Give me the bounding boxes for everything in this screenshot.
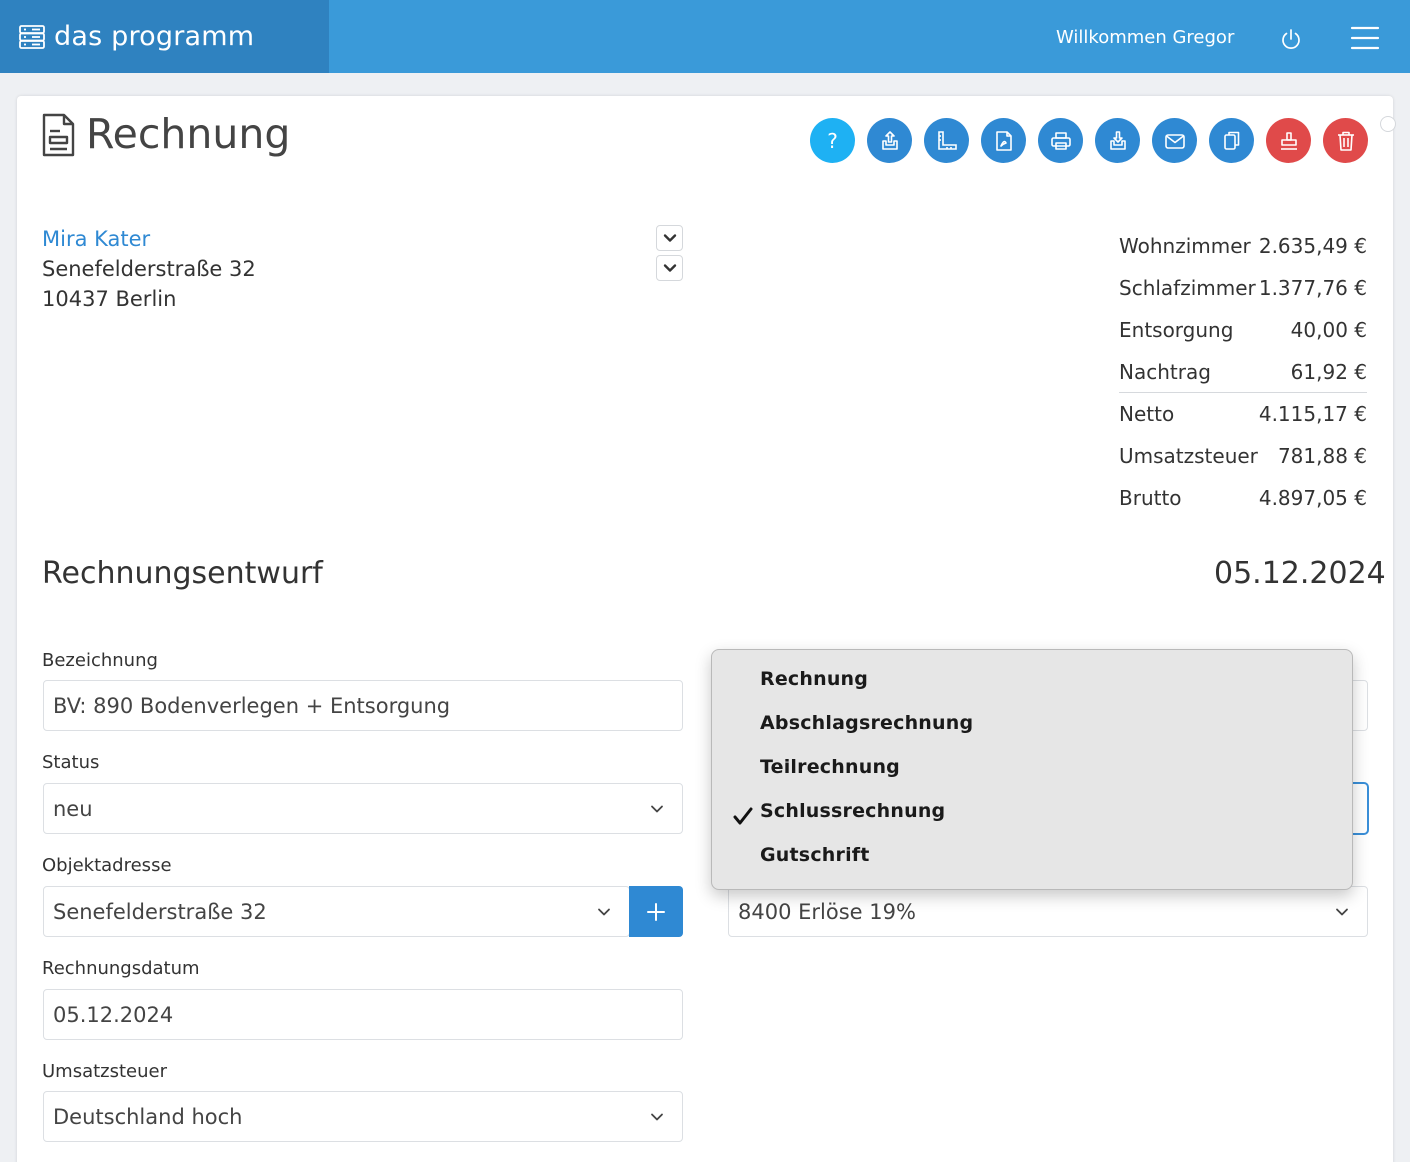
customer-expand-button[interactable]	[656, 225, 683, 251]
total-value: 40,00 €	[1290, 318, 1367, 342]
option-gutschrift[interactable]: Gutschrift	[760, 844, 870, 866]
upload-icon	[881, 130, 898, 150]
brand[interactable]: das programm	[0, 0, 329, 73]
chevron-down-icon	[598, 908, 610, 916]
status-value: neu	[53, 796, 93, 821]
scroll-indicator[interactable]	[1380, 116, 1396, 132]
envelope-icon	[1164, 133, 1185, 149]
app-name: das programm	[54, 21, 255, 52]
toolbar: ?	[810, 118, 1368, 163]
total-row: Schlafzimmer 1.377,76 €	[1119, 267, 1367, 309]
total-value: 781,88 €	[1277, 444, 1367, 468]
draft-title: Rechnungsentwurf	[42, 556, 323, 591]
download-icon	[1109, 130, 1126, 150]
total-label: Brutto	[1119, 486, 1182, 510]
copy-icon	[1223, 131, 1239, 150]
status-label: Status	[42, 752, 100, 773]
total-label: Umsatzsteuer	[1119, 444, 1258, 468]
printer-icon	[1050, 131, 1071, 150]
option-rechnung[interactable]: Rechnung	[760, 668, 868, 690]
bezeichnung-label: Bezeichnung	[42, 650, 158, 671]
bezeichnung-input[interactable]: BV: 890 Bodenverlegen + Entsorgung	[43, 680, 683, 731]
hamburger-menu-icon[interactable]	[1350, 25, 1380, 51]
upload-button[interactable]	[867, 118, 912, 163]
power-icon[interactable]	[1279, 27, 1303, 51]
total-label: Schlafzimmer	[1119, 276, 1256, 300]
total-row: Nachtrag 61,92 €	[1119, 351, 1367, 393]
chevron-down-icon	[663, 234, 676, 242]
trash-icon	[1337, 131, 1354, 151]
chevron-down-icon	[651, 1113, 663, 1121]
chevron-down-icon	[651, 805, 663, 813]
option-schlussrechnung[interactable]: Schlussrechnung	[760, 800, 945, 822]
pdf-button[interactable]	[981, 118, 1026, 163]
total-row: Wohnzimmer 2.635,49 €	[1119, 225, 1367, 267]
total-label: Entsorgung	[1119, 318, 1234, 342]
ruler-icon	[937, 130, 957, 150]
konto-value: 8400 Erlöse 19%	[738, 899, 916, 924]
total-label: Nachtrag	[1119, 359, 1211, 384]
umsatzsteuer-value: Deutschland hoch	[53, 1104, 243, 1129]
totals-summary: Wohnzimmer 2.635,49 € Schlafzimmer 1.377,7…	[1119, 225, 1367, 519]
rechnungsdatum-input[interactable]: 05.12.2024	[43, 989, 683, 1040]
total-value: 1.377,76 €	[1258, 276, 1367, 300]
total-row-tax: Umsatzsteuer 781,88 €	[1119, 435, 1367, 477]
total-row-brutto: Brutto 4.897,05 €	[1119, 477, 1367, 519]
total-value: 4.115,17 €	[1258, 402, 1367, 426]
bezeichnung-value: BV: 890 Bodenverlegen + Entsorgung	[53, 693, 451, 718]
document-icon	[42, 113, 75, 157]
rechnungsdatum-value: 05.12.2024	[53, 1002, 174, 1027]
status-select[interactable]: neu	[43, 783, 683, 834]
chevron-down-icon	[1336, 908, 1348, 916]
download-button[interactable]	[1095, 118, 1140, 163]
measure-button[interactable]	[924, 118, 969, 163]
copy-button[interactable]	[1209, 118, 1254, 163]
delete-button[interactable]	[1323, 118, 1368, 163]
chevron-down-icon	[663, 264, 676, 272]
total-value: 61,92 €	[1290, 359, 1367, 384]
print-button[interactable]	[1038, 118, 1083, 163]
total-value: 4.897,05 €	[1258, 486, 1367, 510]
page-title: Rechnung	[86, 110, 291, 158]
objektadresse-label: Objektadresse	[42, 855, 172, 876]
total-value: 2.635,49 €	[1258, 234, 1367, 258]
customer-city: 10437 Berlin	[42, 287, 177, 311]
rechnungsdatum-label: Rechnungsdatum	[42, 958, 200, 979]
pdf-icon	[995, 130, 1012, 151]
total-label: Wohnzimmer	[1119, 234, 1251, 258]
total-row: Entsorgung 40,00 €	[1119, 309, 1367, 351]
welcome-text: Willkommen Gregor	[1056, 27, 1235, 48]
checkmark-icon	[733, 807, 753, 825]
total-label: Netto	[1119, 402, 1175, 426]
server-icon	[19, 24, 45, 49]
option-teilrechnung[interactable]: Teilrechnung	[760, 756, 900, 778]
customer-street: Senefelderstraße 32	[42, 257, 256, 281]
address-expand-button[interactable]	[656, 255, 683, 281]
option-abschlagsrechnung[interactable]: Abschlagsrechnung	[760, 712, 973, 734]
top-bar: das programm Willkommen Gregor	[0, 0, 1410, 73]
stamp-icon	[1280, 131, 1297, 150]
help-icon: ?	[827, 128, 838, 153]
draft-date: 05.12.2024	[1214, 556, 1386, 591]
stamp-button[interactable]	[1266, 118, 1311, 163]
objektadresse-select[interactable]: Senefelderstraße 32	[43, 886, 630, 937]
customer-name-link[interactable]: Mira Kater	[42, 227, 150, 251]
invoice-type-dropdown: Rechnung Abschlagsrechnung Teilrechnung …	[711, 649, 1353, 890]
add-address-button[interactable]	[629, 886, 683, 937]
umsatzsteuer-select[interactable]: Deutschland hoch	[43, 1091, 683, 1142]
help-button[interactable]: ?	[810, 118, 855, 163]
konto-select[interactable]: 8400 Erlöse 19%	[728, 886, 1368, 937]
email-button[interactable]	[1152, 118, 1197, 163]
umsatzsteuer-label: Umsatzsteuer	[42, 1061, 168, 1082]
objektadresse-value: Senefelderstraße 32	[53, 899, 267, 924]
total-row-netto: Netto 4.115,17 €	[1119, 393, 1367, 435]
plus-icon	[647, 902, 665, 921]
